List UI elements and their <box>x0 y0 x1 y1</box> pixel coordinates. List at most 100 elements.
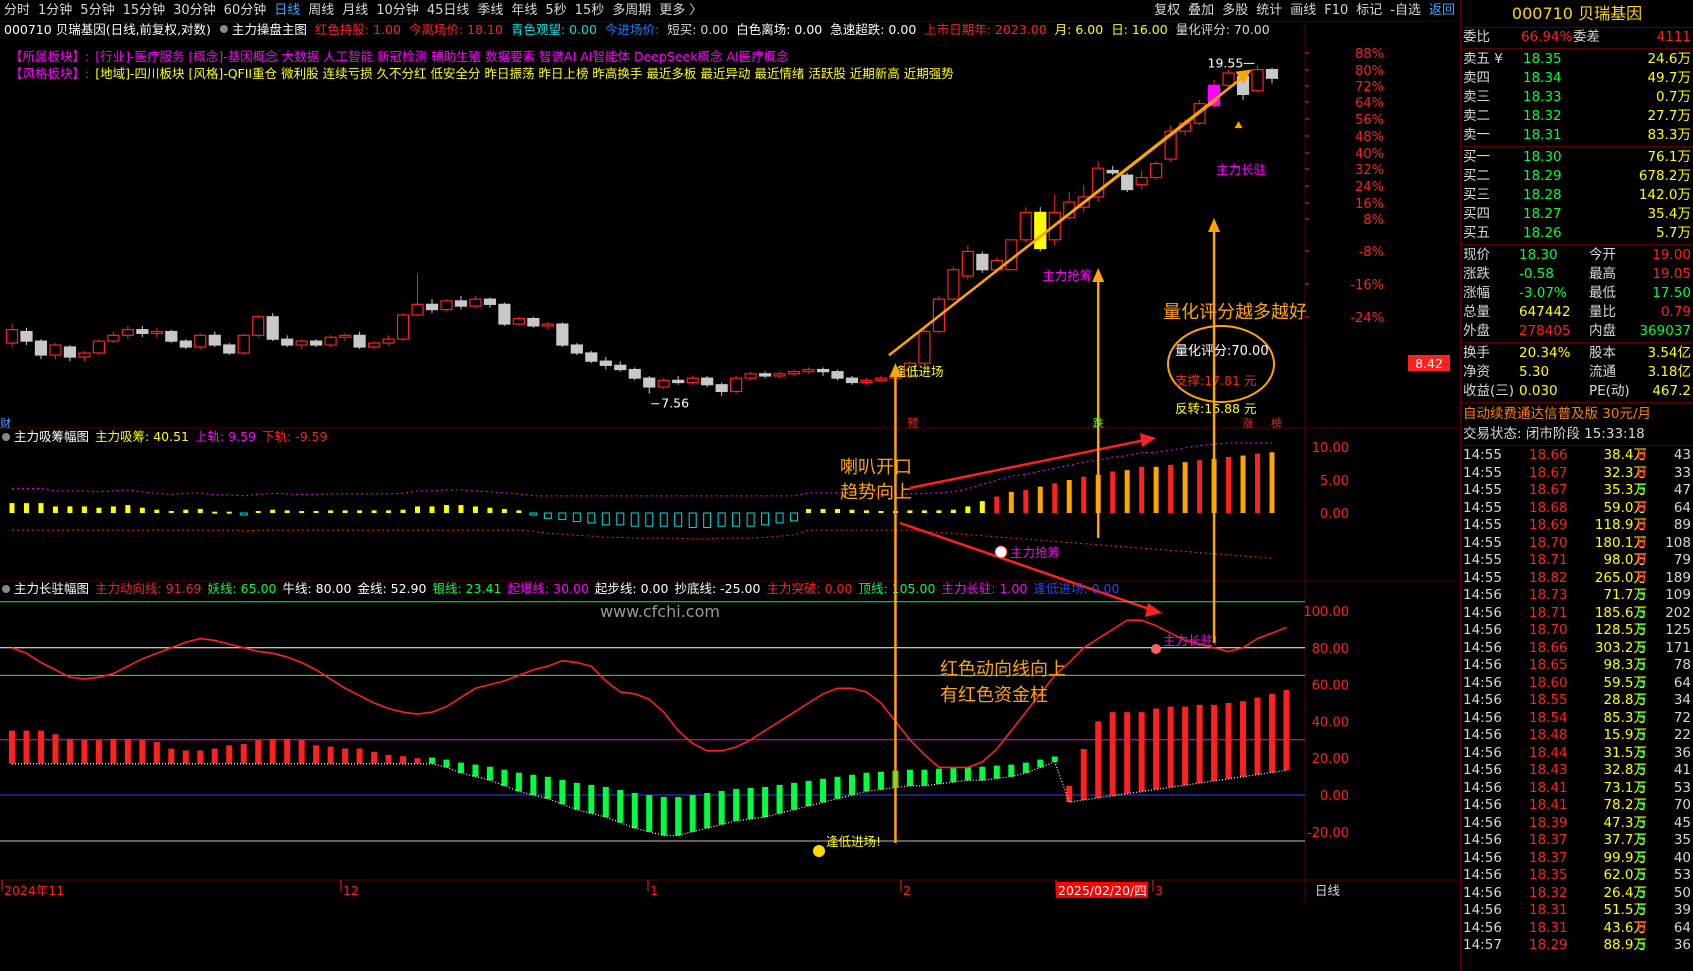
candle[interactable] <box>701 377 714 386</box>
candle[interactable] <box>759 373 772 377</box>
candle[interactable] <box>816 368 830 373</box>
period-tab[interactable]: 多周期 <box>608 0 655 21</box>
collapse-icon[interactable] <box>2 585 10 593</box>
candle[interactable] <box>1106 169 1119 174</box>
tool-button[interactable]: 标记 <box>1352 0 1386 21</box>
period-tab[interactable]: 60分钟 <box>220 0 271 21</box>
candle[interactable] <box>34 340 48 356</box>
candle[interactable] <box>411 303 424 316</box>
candle[interactable] <box>396 314 410 340</box>
candle[interactable] <box>744 373 757 379</box>
collapse-icon[interactable] <box>219 25 228 33</box>
candle[interactable] <box>483 298 497 305</box>
candle[interactable] <box>976 253 989 271</box>
candle[interactable] <box>860 379 873 384</box>
candle[interactable] <box>1121 174 1134 191</box>
period-tab[interactable]: 5分钟 <box>76 0 118 21</box>
promo-link[interactable]: 自动续费通达信普及版 30元/月 <box>1461 404 1693 424</box>
candle[interactable] <box>1265 69 1279 79</box>
candle[interactable] <box>121 329 134 336</box>
candle[interactable] <box>425 303 439 311</box>
candle[interactable] <box>310 340 323 346</box>
candle[interactable] <box>570 344 583 354</box>
period-tab[interactable]: 30分钟 <box>169 0 220 21</box>
candle[interactable] <box>643 377 656 388</box>
tool-button[interactable]: F10 <box>1320 0 1352 21</box>
period-tab[interactable]: 10分钟 <box>372 0 423 21</box>
candle[interactable] <box>787 371 801 375</box>
candle[interactable] <box>1034 211 1047 250</box>
candle[interactable] <box>947 269 960 300</box>
candle[interactable] <box>237 334 250 354</box>
candle[interactable] <box>585 352 598 362</box>
period-tab[interactable]: 月线 <box>338 0 372 21</box>
tool-button[interactable]: 统计 <box>1252 0 1286 21</box>
candle[interactable] <box>223 344 236 354</box>
candle[interactable] <box>440 300 453 311</box>
candle[interactable] <box>295 340 308 346</box>
candle[interactable] <box>715 384 728 393</box>
candle[interactable] <box>961 250 974 277</box>
candle[interactable] <box>194 334 207 348</box>
candle[interactable] <box>918 330 931 364</box>
candle[interactable] <box>541 323 554 327</box>
tool-button[interactable]: 复权 <box>1150 0 1184 21</box>
tool-button[interactable]: 叠加 <box>1184 0 1218 21</box>
candle[interactable] <box>353 334 366 348</box>
candle[interactable] <box>527 317 540 327</box>
candle[interactable] <box>382 338 395 344</box>
candle[interactable] <box>802 368 815 373</box>
candle[interactable] <box>179 340 192 348</box>
candle[interactable] <box>252 316 265 336</box>
candle[interactable] <box>730 377 743 393</box>
candle[interactable] <box>845 377 859 384</box>
candle[interactable] <box>63 346 77 358</box>
candle[interactable] <box>599 360 612 366</box>
period-tab[interactable]: 分时 <box>0 0 34 21</box>
tool-button[interactable]: 多股 <box>1218 0 1252 21</box>
period-tab[interactable]: 季线 <box>473 0 507 21</box>
period-tab[interactable]: 15秒 <box>571 0 609 21</box>
candle[interactable] <box>512 317 525 325</box>
candle[interactable] <box>773 373 786 377</box>
candle[interactable] <box>469 298 482 307</box>
candle[interactable] <box>1251 69 1264 92</box>
collapse-icon[interactable] <box>2 433 10 441</box>
candle[interactable] <box>92 340 105 354</box>
candle[interactable] <box>208 334 221 346</box>
period-tab[interactable]: 年线 <box>507 0 541 21</box>
candle[interactable] <box>498 303 511 325</box>
candle[interactable] <box>1019 211 1032 241</box>
candle[interactable] <box>78 352 91 358</box>
tool-button[interactable]: 画线 <box>1286 0 1320 21</box>
candle[interactable] <box>628 368 641 379</box>
period-tab[interactable]: 5秒 <box>541 0 570 21</box>
candle[interactable] <box>831 371 844 379</box>
candle[interactable] <box>266 316 279 340</box>
candle[interactable] <box>5 329 19 344</box>
candle[interactable] <box>281 338 294 346</box>
period-tab[interactable]: 更多 〉 <box>655 0 706 21</box>
tool-button[interactable]: -自选 <box>1386 0 1425 21</box>
candle[interactable] <box>165 330 178 342</box>
candle[interactable] <box>1222 72 1235 86</box>
period-tab[interactable]: 日线 <box>270 0 304 21</box>
candle[interactable] <box>107 334 120 342</box>
candle[interactable] <box>136 329 149 335</box>
period-tab[interactable]: 1分钟 <box>34 0 76 21</box>
candle[interactable] <box>454 300 468 307</box>
candle[interactable] <box>1135 176 1148 186</box>
candle[interactable] <box>1150 163 1163 179</box>
candle[interactable] <box>672 379 685 384</box>
candle[interactable] <box>49 344 62 356</box>
candle[interactable] <box>874 377 888 381</box>
candle[interactable] <box>20 330 33 342</box>
candle[interactable] <box>324 336 337 346</box>
kline-chart-svg[interactable]: 000710 贝瑞基因(日线,前复权,对数) 主力操盘主图 红色持股: 1.00 今离… <box>0 23 1459 971</box>
candle[interactable] <box>339 334 352 338</box>
tool-button[interactable]: 返回 <box>1425 0 1459 21</box>
candle[interactable] <box>657 379 670 388</box>
candle[interactable] <box>556 323 569 346</box>
period-tab[interactable]: 周线 <box>304 0 338 21</box>
period-tab[interactable]: 45日线 <box>423 0 474 21</box>
